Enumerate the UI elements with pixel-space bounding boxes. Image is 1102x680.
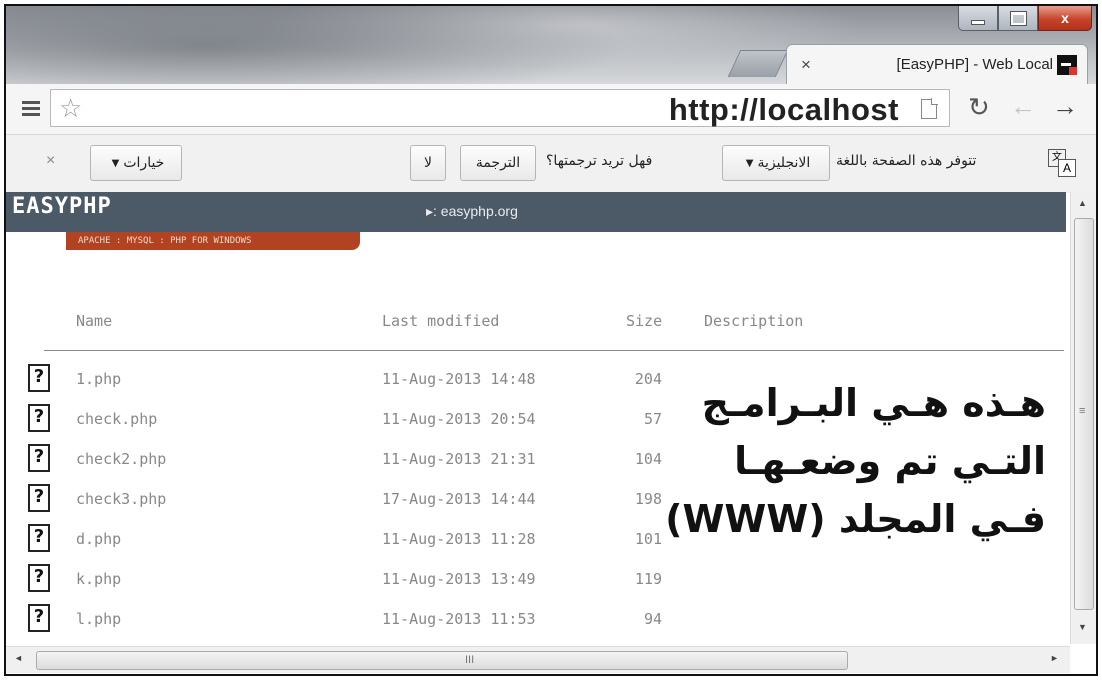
unknown-file-icon: ? <box>28 484 50 512</box>
column-header-modified[interactable]: Last modified <box>382 312 499 330</box>
navigation-toolbar: ☆ http://localhost ↻ ← → <box>6 84 1096 134</box>
unknown-file-icon: ? <box>28 404 50 432</box>
options-label: خيارات <box>123 155 165 171</box>
scroll-down-icon[interactable]: ▼ <box>1078 622 1087 632</box>
file-size: 94 <box>643 610 662 628</box>
scroll-left-icon[interactable]: ◄ <box>14 653 23 663</box>
grip-icon: ≡ <box>1079 405 1086 417</box>
file-modified: 11-Aug-2013 20:54 <box>382 410 536 428</box>
file-modified: 11-Aug-2013 13:49 <box>382 570 536 588</box>
page-content: EASYPHP ▸: easyphp.org APACHE : MYSQL : … <box>6 192 1066 644</box>
file-name-link[interactable]: l.php <box>76 610 121 628</box>
table-row: ? check2.php 11-Aug-2013 21:31 104 <box>6 444 686 490</box>
easyphp-banner: EASYPHP ▸: easyphp.org <box>6 192 1066 232</box>
address-bar[interactable]: ☆ http://localhost <box>50 89 950 127</box>
minimize-icon <box>971 19 985 25</box>
unknown-file-icon: ? <box>28 524 50 552</box>
unknown-file-icon: ? <box>28 364 50 392</box>
vertical-scrollbar[interactable]: ▲ ≡ ▼ <box>1070 192 1096 644</box>
favicon-icon <box>1057 55 1077 75</box>
dropdown-arrow-icon: ▼ <box>745 157 754 169</box>
horizontal-scroll-thumb[interactable]: III <box>36 651 848 670</box>
translate-label: الترجمة <box>475 155 521 171</box>
unknown-file-icon: ? <box>28 564 50 592</box>
table-row: ? check.php 11-Aug-2013 20:54 57 <box>6 404 686 450</box>
translate-button[interactable]: الترجمة <box>460 145 536 181</box>
options-dropdown[interactable]: خيارات ▼ <box>90 145 182 181</box>
tab-easyphp[interactable]: × [EasyPHP] - Web Local <box>786 44 1088 85</box>
no-button[interactable]: لا <box>410 145 446 181</box>
file-name-link[interactable]: check.php <box>76 410 157 428</box>
grip-icon: III <box>465 654 475 666</box>
language-label: الانجليزية <box>757 155 811 171</box>
reload-icon[interactable]: ↻ <box>968 92 990 123</box>
annotation-line-3: فـي المجلد (WWW) <box>665 497 1046 541</box>
file-modified: 17-Aug-2013 14:44 <box>382 490 536 508</box>
title-bar: x × [EasyPHP] - Web Local <box>6 6 1096 85</box>
annotation-line-1: هـذه هـي البـرامـج <box>701 381 1046 425</box>
maximize-button[interactable] <box>998 6 1038 31</box>
no-label: لا <box>424 155 432 171</box>
arabic-annotation: هـذه هـي البـرامـج التـي تم وضعـهـا فـي … <box>646 374 1046 548</box>
translate-bar-close-icon[interactable]: × <box>46 152 55 170</box>
vertical-scroll-thumb[interactable]: ≡ <box>1074 218 1094 610</box>
translate-question: فهل تريد ترجمتها؟ <box>546 153 653 169</box>
translate-bar: × خيارات ▼ لا الترجمة فهل تريد ترجمتها؟ ا… <box>6 134 1096 193</box>
easyphp-logo: EASYPHP <box>12 194 112 219</box>
unknown-file-icon: ? <box>28 444 50 472</box>
back-arrow-icon[interactable]: ← <box>1010 91 1036 122</box>
file-name-link[interactable]: d.php <box>76 530 121 548</box>
file-size: 119 <box>634 570 662 588</box>
file-modified: 11-Aug-2013 14:48 <box>382 370 536 388</box>
file-name-link[interactable]: k.php <box>76 570 121 588</box>
page-info-icon[interactable] <box>921 98 938 119</box>
scroll-right-icon[interactable]: ► <box>1050 653 1059 663</box>
file-modified: 11-Aug-2013 11:28 <box>382 530 536 548</box>
column-header-description[interactable]: Description <box>704 312 803 330</box>
tab-close-icon[interactable]: × <box>801 55 811 75</box>
easyphp-site-link[interactable]: ▸: easyphp.org <box>426 203 518 220</box>
maximize-icon <box>1009 10 1027 26</box>
table-row: ? 1.php 11-Aug-2013 14:48 204 <box>6 364 686 410</box>
file-modified: 11-Aug-2013 11:53 <box>382 610 536 628</box>
annotation-line-2: التـي تم وضعـهـا <box>734 439 1046 483</box>
translate-icon: 文 A <box>1048 149 1076 177</box>
scroll-up-icon[interactable]: ▲ <box>1078 198 1087 208</box>
column-header-size[interactable]: Size <box>626 312 662 330</box>
minimize-button[interactable] <box>958 6 998 31</box>
table-row: ? d.php 11-Aug-2013 11:28 101 <box>6 524 686 570</box>
browser-window: x × [EasyPHP] - Web Local ☆ http://local… <box>4 4 1098 676</box>
column-header-name[interactable]: Name <box>76 312 112 330</box>
easyphp-tagline: APACHE : MYSQL : PHP FOR WINDOWS <box>66 232 360 250</box>
tab-title: [EasyPHP] - Web Local <box>896 56 1053 73</box>
table-row: ? k.php 11-Aug-2013 13:49 119 <box>6 564 686 610</box>
file-name-link[interactable]: check2.php <box>76 450 166 468</box>
file-modified: 11-Aug-2013 21:31 <box>382 450 536 468</box>
header-divider <box>44 350 1064 351</box>
unknown-file-icon: ? <box>28 604 50 632</box>
translate-prompt: تتوفر هذه الصفحة باللغة <box>836 153 977 169</box>
window-controls: x <box>958 6 1092 32</box>
forward-arrow-icon[interactable]: → <box>1052 91 1078 122</box>
url-text[interactable]: http://localhost <box>669 92 899 128</box>
file-name-link[interactable]: 1.php <box>76 370 121 388</box>
table-row: ? check3.php 17-Aug-2013 14:44 198 <box>6 484 686 530</box>
menu-icon[interactable] <box>22 101 40 119</box>
table-row: ? l.php 11-Aug-2013 11:53 94 <box>6 604 686 644</box>
window-close-button[interactable]: x <box>1038 6 1092 31</box>
language-dropdown[interactable]: الانجليزية ▼ <box>722 145 830 181</box>
horizontal-scrollbar[interactable]: ◄ III ► <box>6 646 1070 673</box>
bookmark-star-icon[interactable]: ☆ <box>59 93 82 124</box>
dropdown-arrow-icon: ▼ <box>111 157 120 169</box>
file-name-link[interactable]: check3.php <box>76 490 166 508</box>
close-icon: x <box>1061 10 1069 26</box>
